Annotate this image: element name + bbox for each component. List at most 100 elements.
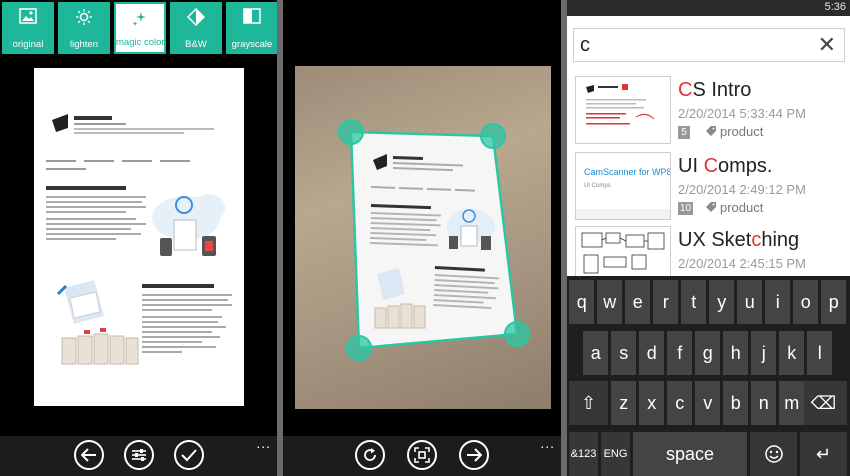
key-c[interactable]: c [667, 381, 693, 425]
key-y[interactable]: y [709, 280, 735, 324]
tag-icon [705, 125, 717, 140]
shift-key[interactable]: ⇧ [569, 381, 608, 425]
key-r[interactable]: r [653, 280, 679, 324]
filter-magic-color-button[interactable]: magic color [114, 2, 166, 54]
sparkle-icon [116, 10, 164, 33]
next-button[interactable] [459, 440, 489, 470]
key-u[interactable]: u [737, 280, 763, 324]
sliders-icon [132, 449, 146, 461]
key-x[interactable]: x [639, 381, 665, 425]
key-p[interactable]: p [821, 280, 847, 324]
emoji-icon [764, 445, 783, 463]
search-results-area: c ✕ CS Intro 2/20/2014 5:33:44 PM 5 prod… [567, 16, 850, 294]
search-value: c [580, 34, 590, 56]
image-icon [2, 8, 54, 29]
edit-panel: original lighten magic color B&W graysca… [0, 0, 277, 476]
filter-label: magic color [116, 37, 165, 48]
key-j[interactable]: j [751, 331, 777, 375]
expand-icon [414, 447, 430, 463]
key-o[interactable]: o [793, 280, 819, 324]
filter-grayscale-button[interactable]: grayscale [226, 2, 277, 54]
sun-icon [58, 8, 110, 31]
app-bar: ... [0, 436, 277, 476]
key-s[interactable]: s [611, 331, 637, 375]
document-thumbnail: CamScanner for WP8 UI Comps [575, 152, 671, 220]
enter-key[interactable]: ↵ [800, 432, 847, 476]
back-button[interactable] [74, 440, 104, 470]
filter-lighten-button[interactable]: lighten [58, 2, 110, 54]
space-key[interactable]: space [633, 432, 747, 476]
title-rest: hing [761, 229, 800, 251]
document-preview [34, 68, 244, 406]
result-date: 2/20/2014 5:33:44 PM [678, 106, 806, 121]
title-match: C [678, 79, 693, 101]
filter-original-button[interactable]: original [2, 2, 54, 54]
clear-search-icon[interactable]: ✕ [818, 32, 836, 58]
key-v[interactable]: v [695, 381, 721, 425]
key-z[interactable]: z [611, 381, 637, 425]
result-date: 2/20/2014 2:49:12 PM [678, 182, 806, 197]
key-b[interactable]: b [723, 381, 749, 425]
title-prefix: UX Sket [678, 229, 752, 251]
search-input[interactable]: c ✕ [573, 28, 845, 62]
filter-bw-button[interactable]: B&W [170, 2, 222, 54]
title-match: C [703, 155, 719, 177]
page-count-badge: 5 [678, 126, 690, 139]
key-q[interactable]: q [569, 280, 595, 324]
emoji-key[interactable] [750, 432, 797, 476]
search-panel: 5:36 c ✕ CS Intro 2/20/2014 5:33:44 PM 5… [567, 0, 850, 476]
filter-label: lighten [70, 39, 98, 50]
symbols-key[interactable]: &123 [569, 432, 598, 476]
key-d[interactable]: d [639, 331, 665, 375]
result-title: UX Sketching [678, 229, 799, 252]
result-title: UI Comps. [678, 155, 772, 178]
key-k[interactable]: k [779, 331, 805, 375]
title-rest: omps. [718, 155, 773, 177]
arrow-left-icon [81, 448, 96, 462]
check-icon [181, 449, 197, 462]
filter-label: grayscale [231, 39, 273, 50]
result-title: CS Intro [678, 79, 751, 102]
key-a[interactable]: a [583, 331, 609, 375]
page-count-badge: 10 [678, 202, 694, 215]
app-bar: ... [283, 436, 561, 476]
key-m[interactable]: m [779, 381, 805, 425]
svg-text:CamScanner for WP8: CamScanner for WP8 [584, 167, 671, 177]
title-rest: S Intro [692, 79, 752, 101]
key-w[interactable]: w [597, 280, 623, 324]
filter-bar: original lighten magic color B&W graysca… [2, 2, 277, 54]
more-options-button[interactable]: ... [540, 436, 555, 450]
adjust-button[interactable] [124, 440, 154, 470]
crop-panel: ... [283, 0, 561, 476]
result-tag: product [720, 124, 764, 139]
status-bar: 5:36 [567, 0, 850, 16]
title-prefix: UI [678, 155, 704, 177]
confirm-button[interactable] [174, 440, 204, 470]
key-n[interactable]: n [751, 381, 777, 425]
rotate-icon [364, 448, 376, 461]
key-g[interactable]: g [695, 331, 721, 375]
more-options-button[interactable]: ... [256, 436, 271, 450]
list-item[interactable]: CamScanner for WP8 UI Comps UI Comps. 2/… [575, 152, 850, 222]
key-l[interactable]: l [807, 331, 833, 375]
result-date: 2/20/2014 2:45:15 PM [678, 256, 806, 271]
title-match: c [751, 229, 762, 251]
language-key[interactable]: ENG [601, 432, 630, 476]
document-thumbnail [575, 76, 671, 144]
on-screen-keyboard: ⌫ ⇧ &123 ENG space ↵ qwertyuiop asdfghjkl… [567, 276, 850, 476]
camera-view [295, 66, 551, 409]
key-i[interactable]: i [765, 280, 791, 324]
key-e[interactable]: e [625, 280, 651, 324]
svg-text:UI Comps: UI Comps [584, 183, 611, 189]
result-tag: product [720, 200, 764, 215]
key-h[interactable]: h [723, 331, 749, 375]
status-time: 5:36 [824, 1, 846, 13]
key-t[interactable]: t [681, 280, 707, 324]
full-frame-button[interactable] [407, 440, 437, 470]
key-f[interactable]: f [667, 331, 693, 375]
rotate-button[interactable] [355, 440, 385, 470]
grayscale-icon [226, 8, 277, 29]
backspace-key[interactable]: ⌫ [800, 381, 847, 425]
list-item[interactable]: CS Intro 2/20/2014 5:33:44 PM 5 product [575, 76, 850, 146]
filter-label: original [12, 39, 44, 50]
